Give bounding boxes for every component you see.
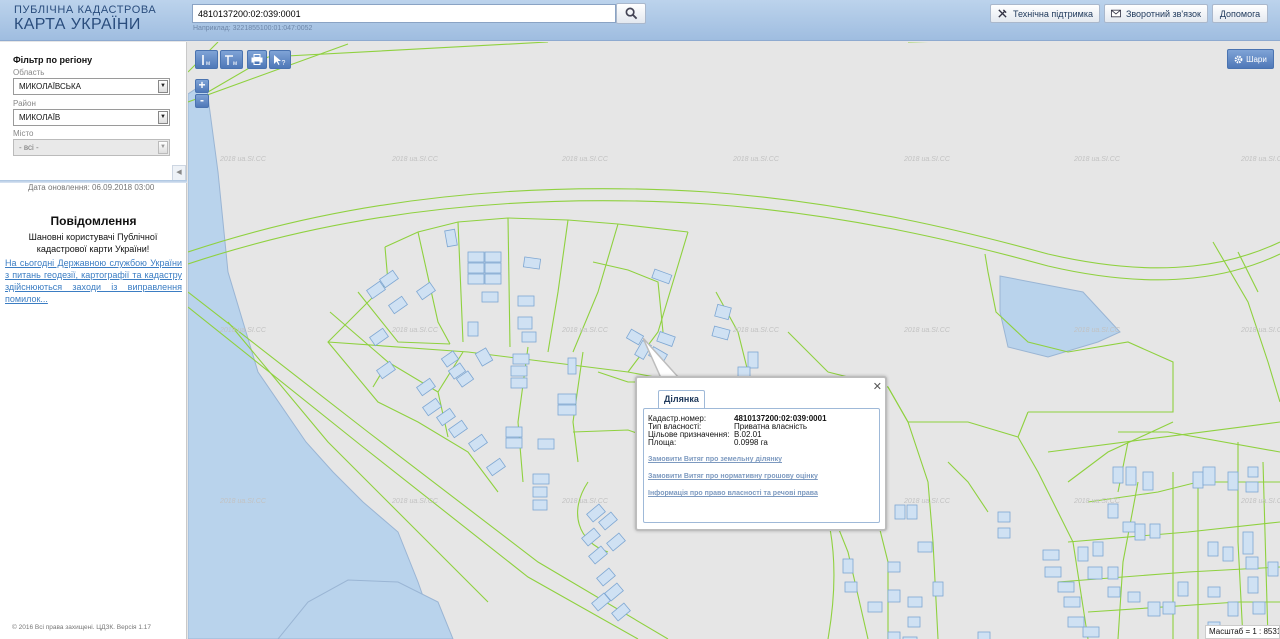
help-label: Допомога — [1219, 8, 1261, 19]
chevron-down-icon: ▼ — [158, 111, 168, 124]
map-watermark: 2018 ua.SI.CC — [904, 498, 950, 505]
ruler-icon: м — [201, 54, 210, 66]
copyright: © 2016 Всі права захищені. ЦДЗК. Версія … — [12, 624, 152, 631]
news-title: Повідомлення — [50, 214, 137, 228]
tools-icon — [998, 9, 1007, 18]
layers-label: Шари — [1246, 54, 1267, 64]
chevron-down-icon: ▼ — [158, 80, 168, 93]
feedback-button[interactable]: Зворотний зв'язок — [1104, 4, 1208, 23]
city-select-value: - всі - — [19, 143, 39, 152]
map-watermark: 2018 ua.SI.CC — [220, 156, 266, 163]
collapse-panel-button[interactable]: ◀ — [172, 165, 186, 181]
layers-button[interactable]: Шари — [1227, 49, 1274, 69]
gear-icon — [1234, 55, 1243, 63]
left-panel: Фільтр по регіону Область МИКОЛАЇВСЬКА ▼… — [0, 42, 187, 639]
chevron-down-icon: ▼ — [158, 141, 168, 154]
svg-text:м: м — [233, 61, 237, 66]
map-watermark: 2018 ua.SI.CC — [562, 327, 608, 334]
search-button[interactable] — [616, 3, 646, 24]
chevron-left-icon: ◀ — [176, 169, 182, 176]
news-body: Шановні користувачі Публічної кадастрово… — [28, 232, 158, 254]
water-body — [188, 81, 439, 639]
envelope-icon — [1111, 9, 1121, 18]
map-watermark: 2018 ua.SI.CC — [1241, 156, 1280, 163]
order-land-extract-link[interactable]: Замовити Витяг про земельну ділянку — [648, 456, 782, 463]
map-watermark: 2018 ua.SI.CC — [562, 498, 608, 505]
district-select-value: МИКОЛАЇВ — [19, 113, 61, 122]
map-scale: Масштаб = 1 : 8531 — [1205, 625, 1280, 639]
popup-pointer — [643, 338, 681, 379]
map-watermark: 2018 ua.SI.CC — [392, 327, 438, 334]
feedback-label: Зворотний зв'язок — [1125, 8, 1201, 19]
region-select-value: МИКОЛАЇВСЬКА — [19, 82, 82, 91]
map-watermark: 2018 ua.SI.CC — [220, 498, 266, 505]
svg-text:м: м — [206, 61, 210, 66]
printer-icon — [251, 54, 263, 65]
parcel-info-body: Кадастр.номер: 4810137200:02:039:0001 Тип… — [643, 408, 880, 523]
measure-distance-button[interactable]: м — [195, 50, 218, 69]
map-watermark: 2018 ua.SI.CC — [1074, 156, 1120, 163]
technical-support-label: Технічна підтримка — [1012, 8, 1093, 19]
area-measure-icon: м — [224, 54, 237, 66]
parcel-area-value: 0.0998 га — [734, 438, 768, 447]
map-watermark: 2018 ua.SI.CC — [1074, 327, 1120, 334]
water-body — [999, 275, 1121, 358]
city-select: - всі - ▼ — [13, 139, 170, 156]
search-icon — [625, 7, 637, 20]
filter-title: Фільтр по регіону — [13, 55, 93, 65]
search-example-hint: Наприклад: 3221855100:01:047:0052 — [193, 25, 313, 32]
map-watermark: 2018 ua.SI.CC — [904, 156, 950, 163]
cadastral-search-input[interactable] — [192, 4, 616, 23]
map-watermark: 2018 ua.SI.CC — [392, 156, 438, 163]
app-header: ПУБЛІЧНА КАДАСТРОВА КАРТА УКРАЇНИ Наприк… — [0, 0, 1280, 41]
city-label: Місто — [13, 129, 34, 138]
help-button[interactable]: Допомога — [1212, 4, 1268, 23]
cursor-question-icon: ? — [274, 54, 286, 66]
region-label: Область — [13, 68, 45, 77]
news-link[interactable]: На сьогодні Державною службою України з … — [5, 257, 182, 305]
tab-parcel[interactable]: Ділянка — [658, 390, 705, 408]
logo-line-2: КАРТА УКРАЇНИ — [14, 16, 141, 33]
parcel-info-popup: ✕ Ділянка Кадастр.номер: 4810137200:02:03… — [635, 376, 887, 531]
site-logo[interactable]: ПУБЛІЧНА КАДАСТРОВА КАРТА УКРАЇНИ — [14, 5, 156, 33]
district-select[interactable]: МИКОЛАЇВ ▼ — [13, 109, 170, 126]
identify-button[interactable]: ? — [269, 50, 291, 69]
district-label: Район — [13, 99, 36, 108]
map-watermark: 2018 ua.SI.CC — [1241, 327, 1280, 334]
close-icon: ✕ — [872, 381, 882, 393]
logo-line-1: ПУБЛІЧНА КАДАСТРОВА — [14, 4, 157, 16]
map-watermark: 2018 ua.SI.CC — [1241, 498, 1280, 505]
zoom-in-button[interactable]: + — [195, 79, 209, 93]
cadastral-map[interactable]: 2018 ua.SI.CC 2018 ua.SI.CC 2018 ua.SI.C… — [188, 42, 1280, 639]
map-watermark: 2018 ua.SI.CC — [733, 156, 779, 163]
map-watermark: 2018 ua.SI.CC — [904, 327, 950, 334]
measure-area-button[interactable]: м — [220, 50, 243, 69]
region-filter: Фільтр по регіону Область МИКОЛАЇВСЬКА ▼… — [0, 42, 187, 182]
map-canvas[interactable] — [188, 42, 1280, 639]
update-date: Дата оновлення: 06.09.2018 03:00 — [28, 183, 155, 192]
map-watermark: 2018 ua.SI.CC — [1074, 498, 1120, 505]
parcel-area-key: Площа: — [648, 438, 677, 447]
zoom-out-button[interactable]: - — [195, 94, 209, 108]
order-valuation-extract-link[interactable]: Замовити Витяг про нормативну грошову оц… — [648, 473, 818, 480]
ownership-info-link[interactable]: Інформація про право власності та речові… — [648, 490, 818, 497]
close-popup-button[interactable]: ✕ — [873, 380, 882, 393]
region-select[interactable]: МИКОЛАЇВСЬКА ▼ — [13, 78, 170, 95]
parcel-info-row: Площа: 0.0998 га — [648, 438, 768, 447]
svg-text:?: ? — [282, 60, 286, 66]
map-watermark: 2018 ua.SI.CC — [392, 498, 438, 505]
map-watermark: 2018 ua.SI.CC — [733, 327, 779, 334]
print-button[interactable] — [247, 50, 267, 69]
technical-support-button[interactable]: Технічна підтримка — [990, 4, 1100, 23]
map-watermark: 2018 ua.SI.CC — [562, 156, 608, 163]
map-watermark: 2018 ua.SI.CC — [220, 327, 266, 334]
